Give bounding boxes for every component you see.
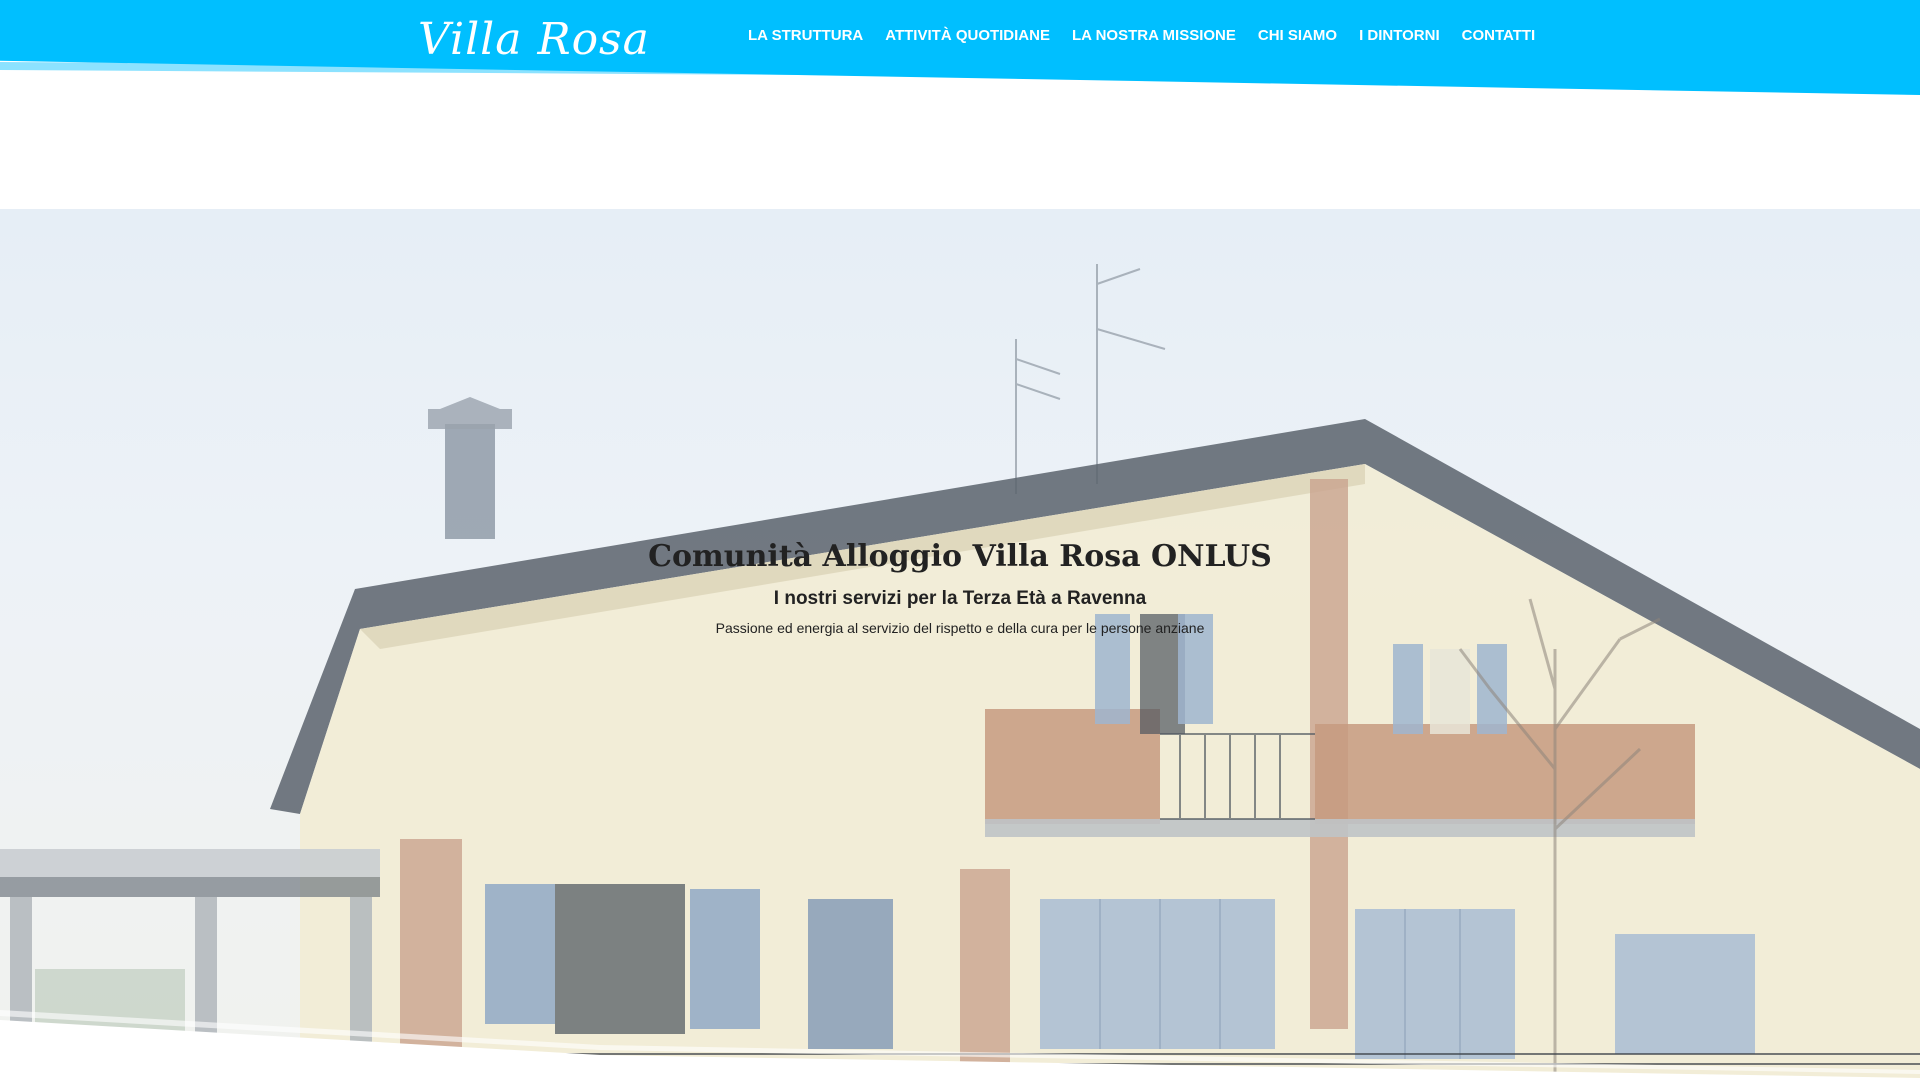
nav-item-i-dintorni[interactable]: I DINTORNI (1348, 27, 1451, 44)
hero-text-block: Comunità Alloggio Villa Rosa ONLUS I nos… (0, 539, 1920, 636)
site-header: Villa Rosa LA STRUTTURA ATTIVITÀ QUOTIDI… (0, 0, 1920, 95)
bottom-wave-divider (0, 1010, 1920, 1080)
nav-item-la-nostra-missione[interactable]: LA NOSTRA MISSIONE (1061, 27, 1247, 44)
nav-item-attivita-quotidiane[interactable]: ATTIVITÀ QUOTIDIANE (874, 27, 1061, 44)
hero-title: Comunità Alloggio Villa Rosa ONLUS (648, 539, 1272, 574)
nav-item-la-struttura[interactable]: LA STRUTTURA (748, 27, 874, 44)
hero-house-illustration (0, 264, 1920, 1080)
hero-section: Comunità Alloggio Villa Rosa ONLUS I nos… (0, 209, 1920, 1080)
site-logo[interactable]: Villa Rosa (418, 12, 650, 68)
hero-subtitle: I nostri servizi per la Terza Età a Rave… (773, 588, 1147, 609)
hero-tagline: Passione ed energia al servizio del risp… (715, 620, 1205, 636)
main-navigation: LA STRUTTURA ATTIVITÀ QUOTIDIANE LA NOST… (748, 27, 1546, 44)
nav-item-contatti[interactable]: CONTATTI (1451, 27, 1547, 44)
nav-item-chi-siamo[interactable]: CHI SIAMO (1247, 27, 1348, 44)
